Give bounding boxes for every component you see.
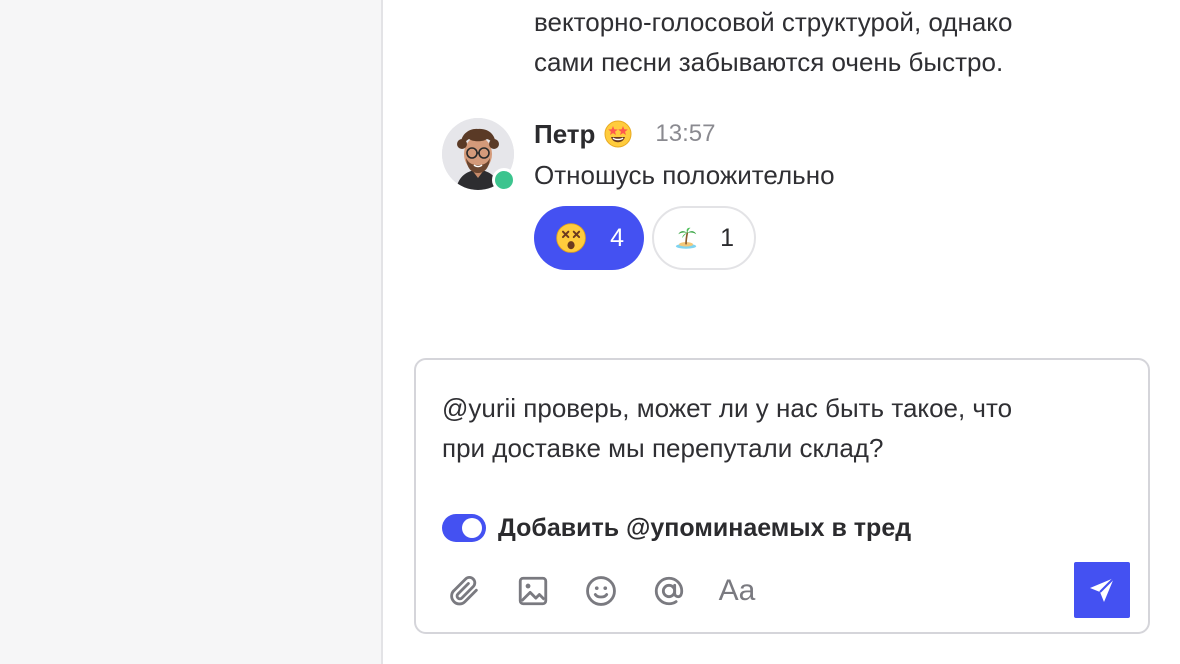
reaction-desert-island[interactable]: 1 (652, 206, 756, 270)
insert-image-button[interactable] (510, 568, 556, 614)
previous-message-line: сами песни забываются очень быстро. (534, 47, 1004, 77)
star-struck-emoji-icon (604, 120, 632, 148)
message-composer[interactable]: @yurii проверь, может ли у нас быть тако… (414, 358, 1150, 634)
add-mentions-toggle-row: Добавить @упоминаемых в тред (442, 508, 911, 548)
composer-input-line: @yurii проверь, может ли у нас быть тако… (442, 393, 1013, 423)
reaction-dizzy-face[interactable]: 4 (534, 206, 644, 270)
image-icon (518, 576, 548, 606)
message-timestamp: 13:57 (655, 120, 716, 147)
composer-input[interactable]: @yurii проверь, может ли у нас быть тако… (442, 388, 1122, 468)
message-text: Отношусь положительно (534, 160, 835, 190)
sidebar-panel (0, 0, 383, 664)
add-mentions-toggle[interactable] (442, 514, 486, 542)
reaction-count: 1 (720, 223, 734, 252)
message-header: Петр 13:57 (534, 114, 715, 154)
previous-message-line: векторно-голосовой структурой, однако (534, 7, 1013, 37)
toggle-knob (462, 518, 482, 538)
composer-input-line: при доставке мы перепутали склад? (442, 433, 884, 463)
text-format-icon: Aa (718, 574, 756, 607)
dizzy-face-emoji-icon (556, 223, 586, 253)
at-sign-icon (654, 576, 684, 606)
composer-toolbar: Aa (442, 568, 782, 614)
emoji-button[interactable] (578, 568, 624, 614)
author-name[interactable]: Петр (534, 119, 595, 150)
reaction-count: 4 (610, 223, 624, 252)
desert-island-emoji-icon (675, 227, 697, 249)
paperclip-icon (450, 575, 478, 606)
reactions-bar: 4 1 (534, 206, 756, 270)
mention-button[interactable] (646, 568, 692, 614)
text-format-button[interactable]: Aa (714, 568, 760, 614)
add-mentions-label[interactable]: Добавить @упоминаемых в тред (498, 514, 911, 543)
smiley-icon (586, 576, 616, 606)
send-button[interactable] (1074, 562, 1130, 618)
send-icon (1090, 577, 1115, 602)
online-status-indicator (492, 168, 516, 192)
attach-file-button[interactable] (442, 568, 488, 614)
